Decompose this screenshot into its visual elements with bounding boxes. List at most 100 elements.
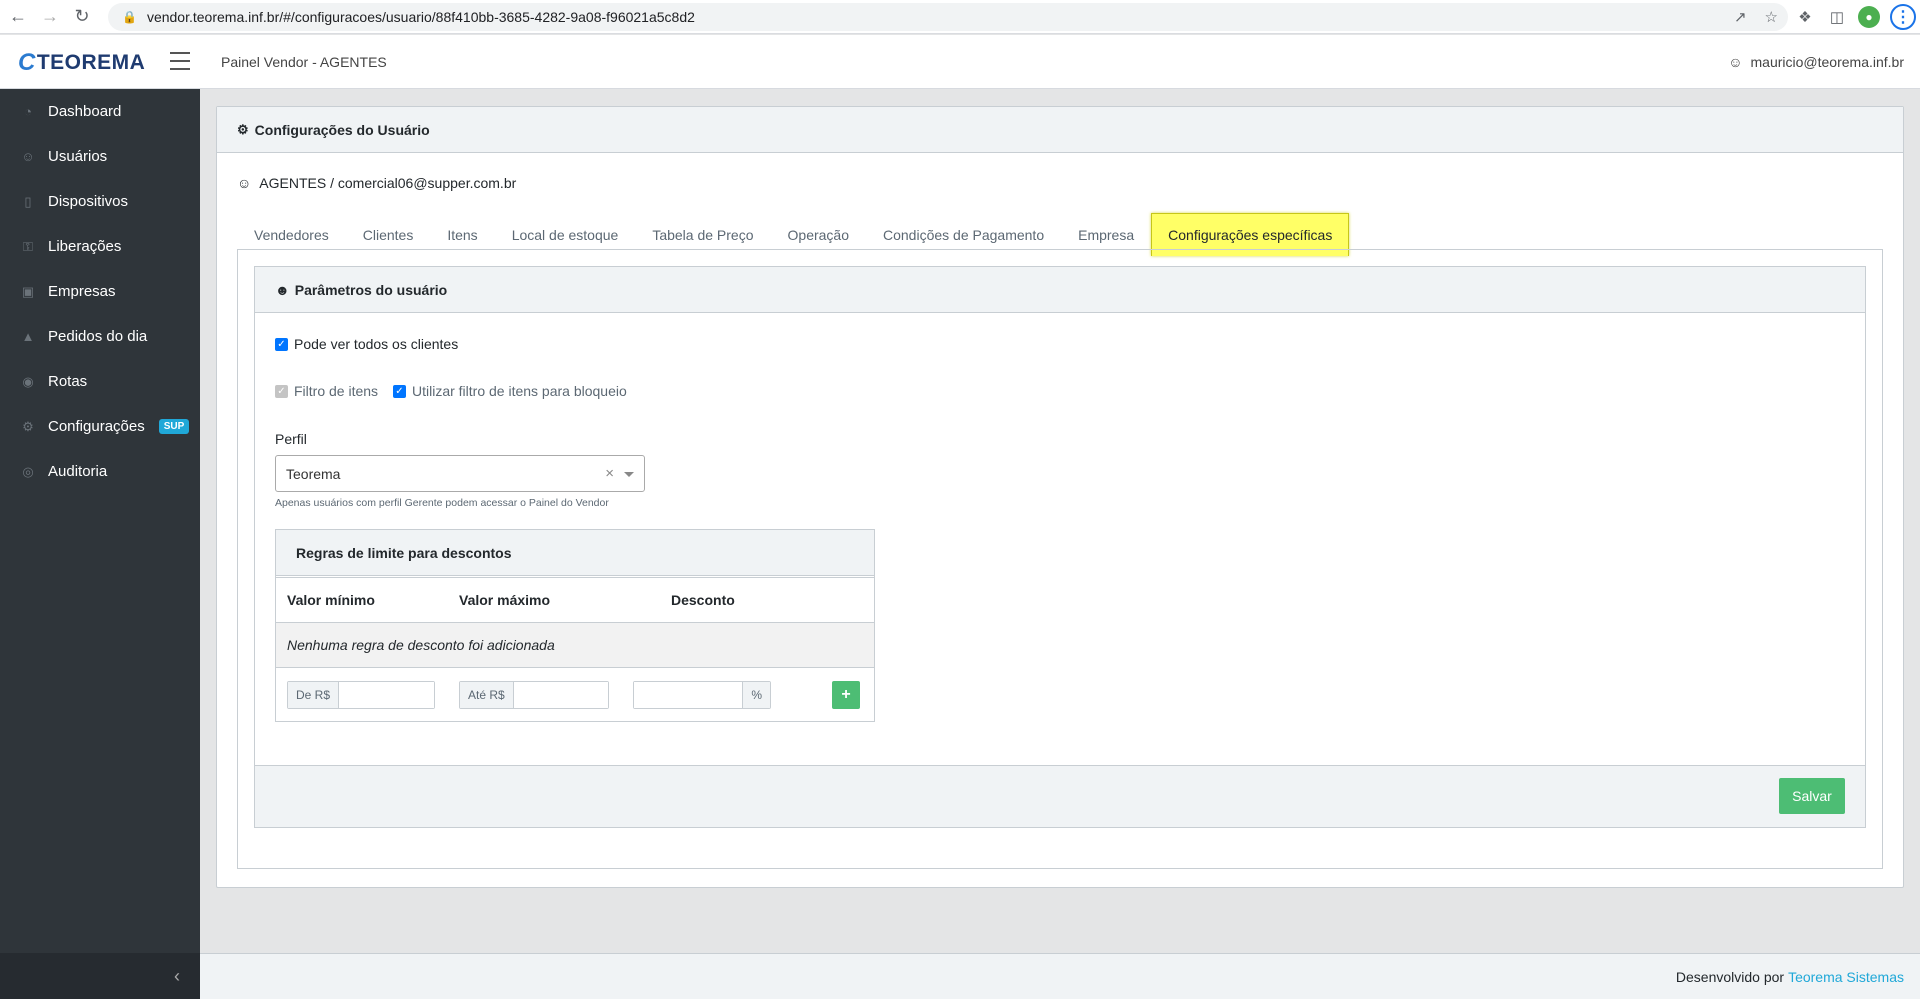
share-icon[interactable]: ↗ xyxy=(1734,8,1747,26)
footer-text: Desenvolvido por xyxy=(1675,968,1785,985)
perfil-select[interactable]: Teorema × xyxy=(275,455,645,492)
sidebar-item-label: Usuários xyxy=(48,148,108,165)
max-value-group: Até R$ xyxy=(459,681,609,709)
speedometer-icon: ◔ xyxy=(24,104,32,119)
user-identity-text: AGENTES / comercial06@supper.com.br xyxy=(259,175,517,191)
discount-group: % xyxy=(633,681,771,709)
forward-icon[interactable]: → xyxy=(36,3,64,31)
sidebar-item-label: Dashboard xyxy=(48,103,122,120)
card-header: ⚙ Configurações do Usuário xyxy=(217,107,1903,153)
col-valor-maximo: Valor máximo xyxy=(459,592,551,608)
sidebar-item-rotas[interactable]: ◉ Rotas xyxy=(0,359,200,404)
sidebar-item-liberacoes[interactable]: ⚿ Liberações xyxy=(0,224,200,269)
see-all-clients-label: Pode ver todos os clientes xyxy=(294,336,459,352)
browser-toolbar: ← → ↻ 🔒 vendor.teorema.inf.br/#/configur… xyxy=(0,0,1920,34)
extensions-puzzle-icon[interactable]: ❖ xyxy=(1794,6,1816,28)
address-bar[interactable]: 🔒 vendor.teorema.inf.br/#/configuracoes/… xyxy=(108,3,1788,31)
clear-selection-icon[interactable]: × xyxy=(605,465,614,482)
perfil-help-text: Apenas usuários com perfil Gerente podem… xyxy=(275,497,609,509)
side-panel-icon[interactable]: ◫ xyxy=(1826,6,1848,28)
sidebar-item-empresas[interactable]: ▣ Empresas xyxy=(0,269,200,314)
sidebar-minimize-button[interactable]: ‹ xyxy=(0,953,200,999)
sidebar-item-auditoria[interactable]: ◎ Auditoria xyxy=(0,449,200,494)
see-all-clients-option[interactable]: ✓ Pode ver todos os clientes xyxy=(275,336,458,352)
max-value-input[interactable] xyxy=(513,682,608,708)
discount-rules-title: Regras de limite para descontos xyxy=(276,530,874,576)
use-item-filter-block-option[interactable]: ✓ Utilizar filtro de itens para bloqueio xyxy=(393,383,627,399)
user-identity: ☺ AGENTES / comercial06@supper.com.br xyxy=(237,175,516,191)
phone-icon: ▯ xyxy=(24,193,32,209)
teorema-logo[interactable]: C TEOREMA xyxy=(18,49,145,77)
briefcase-icon: ▣ xyxy=(21,283,35,299)
min-value-input[interactable] xyxy=(339,682,434,708)
location-icon: ◉ xyxy=(22,373,34,389)
add-rule-button[interactable]: + xyxy=(832,681,860,709)
reload-icon[interactable]: ↻ xyxy=(68,3,96,31)
item-filter-option: ✓ Filtro de itens xyxy=(275,383,378,399)
discount-suffix: % xyxy=(742,682,770,708)
sidebar-item-label: Auditoria xyxy=(48,463,108,480)
url-text: vendor.teorema.inf.br/#/configuracoes/us… xyxy=(146,9,695,25)
page-title: Configurações do Usuário xyxy=(254,121,430,138)
params-footer: Salvar xyxy=(255,765,1865,827)
user-params-card: ☻ Parâmetros do usuário ✓ Pode ver todos… xyxy=(254,266,1866,828)
sidebar: ◔ Dashboard ☺ Usuários ▯ Dispositivos ⚿ Libe… xyxy=(0,89,200,999)
hamburger-menu-icon[interactable] xyxy=(170,52,190,70)
col-valor-minimo: Valor mínimo xyxy=(287,592,375,608)
sidebar-item-label: Empresas xyxy=(48,283,116,300)
sidebar-item-configuracoes[interactable]: ⚙ Configurações SUP xyxy=(0,404,200,449)
discount-rules-card: Regras de limite para descontos Valor mí… xyxy=(275,529,875,722)
bookmark-star-icon[interactable]: ☆ xyxy=(1765,8,1778,26)
footer-link[interactable]: Teorema Sistemas xyxy=(1788,969,1904,985)
params-header: ☻ Parâmetros do usuário xyxy=(255,267,1865,313)
app-title: Painel Vendor - AGENTES xyxy=(221,54,387,70)
sidebar-item-label: Rotas xyxy=(48,373,88,390)
dropdown-arrow-icon[interactable] xyxy=(624,472,634,477)
empty-rules-message: Nenhuma regra de desconto foi adicionada xyxy=(276,623,874,668)
profile-avatar-icon[interactable]: ● xyxy=(1858,6,1880,28)
min-value-prefix: De R$ xyxy=(288,682,340,708)
save-button[interactable]: Salvar xyxy=(1779,778,1845,814)
eye-icon: ◎ xyxy=(22,463,34,479)
user-settings-card: ⚙ Configurações do Usuário ☺ AGENTES / c… xyxy=(216,106,1904,888)
discount-input[interactable] xyxy=(634,682,743,708)
discount-rules-table-header: Valor mínimo Valor máximo Desconto xyxy=(276,577,874,623)
use-item-filter-block-checkbox[interactable]: ✓ xyxy=(393,384,406,398)
use-item-filter-block-label: Utilizar filtro de itens para bloqueio xyxy=(412,383,627,399)
user-icon: ☺ xyxy=(237,175,252,191)
user-email: mauricio@teorema.inf.br xyxy=(1750,54,1905,70)
browser-menu-icon[interactable]: ⋮ xyxy=(1890,4,1916,30)
sidebar-item-label: Dispositivos xyxy=(48,193,129,210)
gear-icon: ⚙ xyxy=(22,418,34,434)
sidebar-item-dashboard[interactable]: ◔ Dashboard xyxy=(0,89,200,134)
sidebar-item-dispositivos[interactable]: ▯ Dispositivos xyxy=(0,179,200,224)
perfil-label: Perfil xyxy=(275,431,307,447)
page-footer: Desenvolvido por Teorema Sistemas xyxy=(200,953,1920,999)
sidebar-item-usuarios[interactable]: ☺ Usuários xyxy=(0,134,200,179)
item-filter-label: Filtro de itens xyxy=(294,383,379,399)
sidebar-item-pedidos-do-dia[interactable]: ▲ Pedidos do dia xyxy=(0,314,200,359)
logo-swoosh-icon: C xyxy=(18,49,36,76)
chevron-left-icon: ‹ xyxy=(174,965,180,986)
col-desconto: Desconto xyxy=(671,592,735,608)
min-value-group: De R$ xyxy=(287,681,435,709)
sidebar-item-label: Liberações xyxy=(48,238,122,255)
sidebar-item-label: Configurações xyxy=(48,418,145,435)
sup-badge: SUP xyxy=(158,419,190,434)
user-menu[interactable]: ☺ mauricio@teorema.inf.br xyxy=(1728,54,1904,70)
basket-icon: ▲ xyxy=(21,329,35,344)
tab-content: ☻ Parâmetros do usuário ✓ Pode ver todos… xyxy=(237,249,1883,869)
users-icon: ☺ xyxy=(21,149,35,164)
item-filter-checkbox: ✓ xyxy=(275,384,288,398)
params-title: Parâmetros do usuário xyxy=(294,281,448,298)
user-icon: ☺ xyxy=(1728,54,1743,70)
sidebar-item-label: Pedidos do dia xyxy=(48,328,148,345)
back-icon[interactable]: ← xyxy=(4,3,32,31)
perfil-selected-value: Teorema xyxy=(286,465,341,482)
logo-text: TEOREMA xyxy=(36,51,146,74)
max-value-prefix: Até R$ xyxy=(460,682,514,708)
app-header: C TEOREMA Painel Vendor - AGENTES ☺ mauri… xyxy=(0,35,1920,89)
user-circle-icon: ☻ xyxy=(275,281,290,298)
key-icon: ⚿ xyxy=(23,238,33,254)
see-all-clients-checkbox[interactable]: ✓ xyxy=(275,337,288,351)
